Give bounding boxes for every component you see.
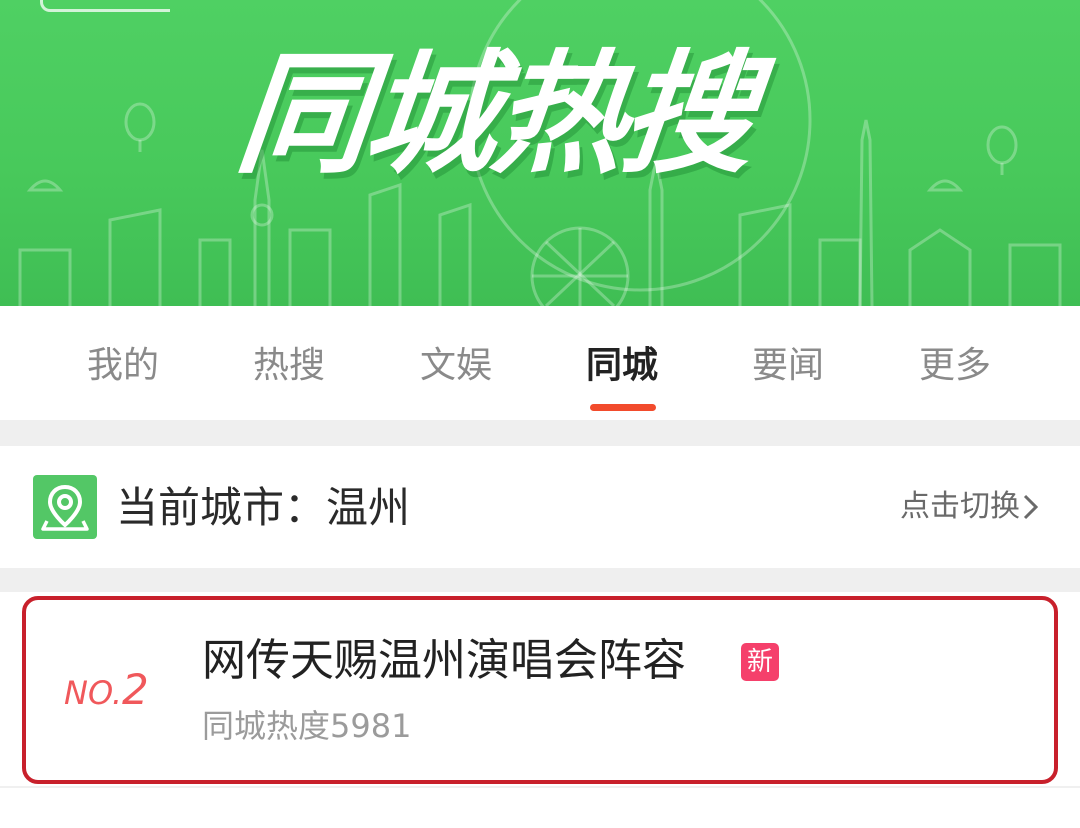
- switch-city-link[interactable]: 点击切换: [900, 482, 1020, 532]
- active-tab-indicator: [590, 404, 656, 411]
- rank-number: 2: [122, 665, 149, 714]
- tab-mine[interactable]: 我的: [40, 306, 206, 420]
- banner-title: 同城热搜: [229, 38, 759, 192]
- current-city-label: 当前城市：温州: [116, 483, 411, 532]
- new-badge: 新: [741, 643, 779, 681]
- tab-local[interactable]: 同城: [539, 306, 705, 420]
- banner: 同城热搜: [0, 0, 1080, 306]
- chevron-right-icon[interactable]: [1020, 492, 1042, 522]
- tab-news[interactable]: 要闻: [705, 306, 871, 420]
- tab-more[interactable]: 更多: [872, 306, 1038, 420]
- tab-entertainment[interactable]: 文娱: [373, 306, 539, 420]
- location-pin-icon: [33, 475, 97, 539]
- tab-bar: 我的 热搜 文娱 同城 要闻 更多: [0, 306, 1080, 420]
- section-divider: [0, 420, 1080, 446]
- hot-item-title[interactable]: 网传天赐温州演唱会阵容: [202, 630, 686, 692]
- list-divider: [0, 786, 1080, 788]
- section-divider: [0, 568, 1080, 592]
- hot-item-heat: 同城热度5981: [202, 707, 412, 745]
- current-city-row: 当前城市：温州 点击切换: [0, 446, 1080, 568]
- rank-label: NO.2: [64, 660, 149, 720]
- back-button-fragment[interactable]: [40, 0, 170, 12]
- tab-hot-search[interactable]: 热搜: [206, 306, 372, 420]
- rank-prefix: NO.: [64, 674, 122, 712]
